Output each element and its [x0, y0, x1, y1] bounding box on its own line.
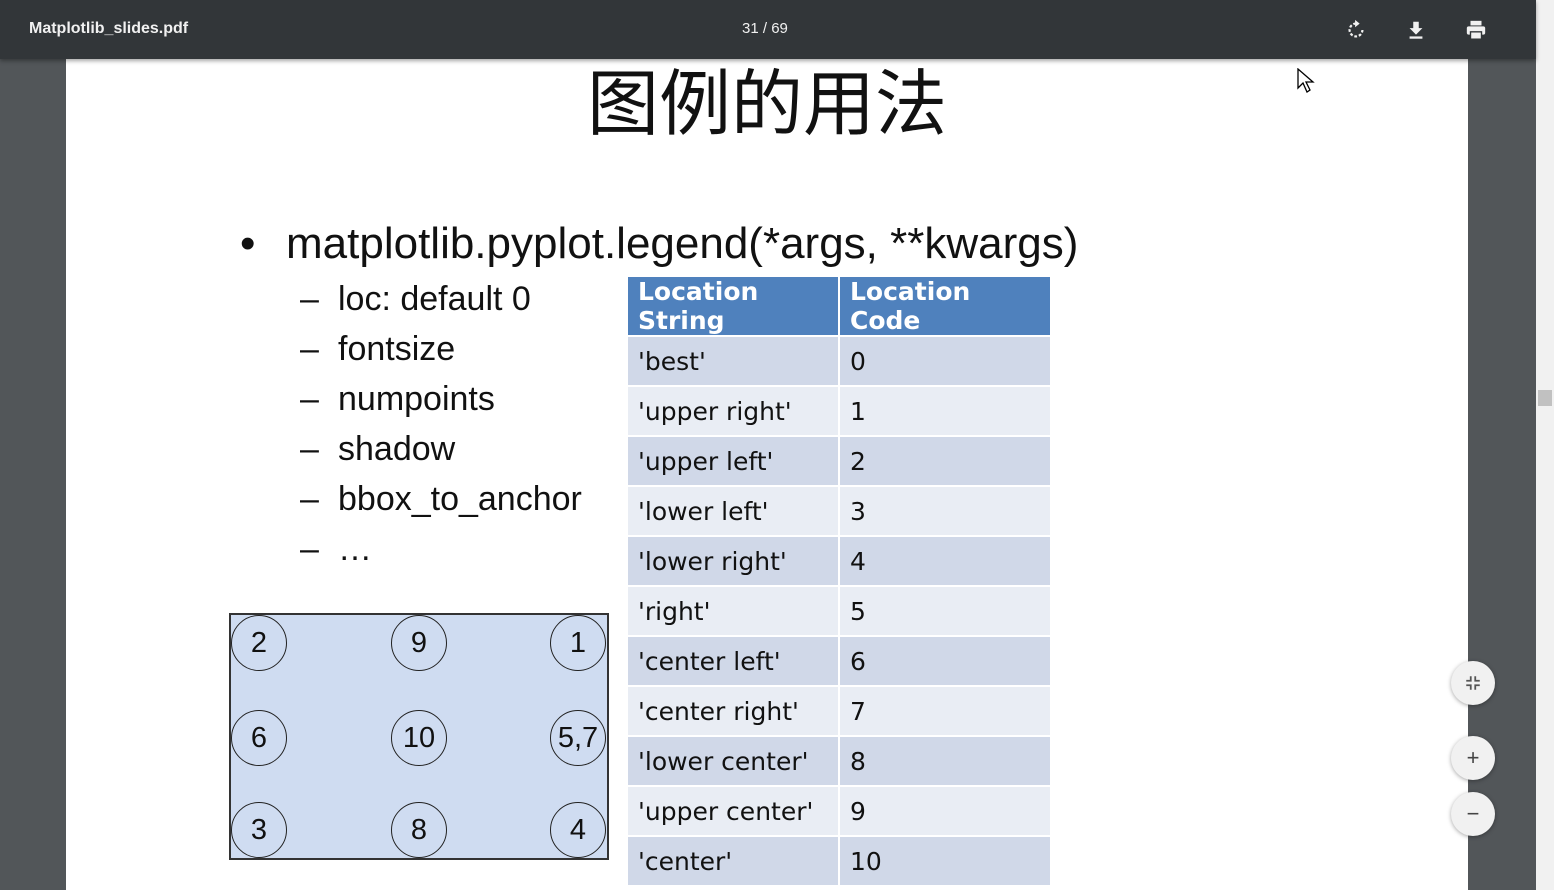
- pdf-page: 图例的用法 • matplotlib.pyplot.legend(*args, *…: [66, 59, 1468, 890]
- location-circle-lower-right: 4: [550, 802, 606, 858]
- zoom-out-button[interactable]: −: [1451, 792, 1495, 836]
- list-item-text: bbox_to_anchor: [338, 480, 582, 518]
- rotate-icon: [1348, 19, 1364, 38]
- list-item-text: …: [338, 530, 372, 568]
- list-item: –…: [300, 527, 582, 577]
- location-code-cell: 5: [840, 587, 1050, 635]
- main-bullet: • matplotlib.pyplot.legend(*args, **kwarg…: [240, 219, 1078, 269]
- dash-marker: –: [300, 430, 319, 468]
- location-string-cell: 'best': [628, 337, 838, 385]
- list-item-text: shadow: [338, 430, 456, 468]
- print-icon: [1466, 20, 1486, 40]
- dash-marker: –: [300, 330, 319, 368]
- location-string-cell: 'lower right': [628, 537, 838, 585]
- download-icon: [1409, 21, 1423, 39]
- zoom-out-icon: −: [1466, 801, 1480, 826]
- location-string-cell: 'center left': [628, 637, 838, 685]
- fit-to-page-icon: [1466, 676, 1480, 690]
- slide-title: 图例的用法: [586, 62, 947, 146]
- table-header-row: Location String Location Code: [628, 277, 1050, 335]
- location-code-cell: 3: [840, 487, 1050, 535]
- location-string-cell: 'upper center': [628, 787, 838, 835]
- header-location-string: Location String: [628, 277, 838, 335]
- pdf-toolbar: Matplotlib_slides.pdf 31 / 69: [0, 0, 1536, 59]
- bullet-text: matplotlib.pyplot.legend(*args, **kwargs…: [286, 219, 1079, 268]
- document-title: Matplotlib_slides.pdf: [29, 20, 189, 37]
- location-string-cell: 'right': [628, 587, 838, 635]
- list-item: – loc: default 0: [300, 277, 582, 327]
- location-code-cell: 8: [840, 737, 1050, 785]
- table-row: 'upper center' 9: [628, 787, 1050, 835]
- table-row: 'upper right' 1: [628, 387, 1050, 435]
- total-pages: 69: [771, 20, 788, 37]
- fit-to-page-button[interactable]: [1451, 661, 1495, 705]
- list-item-text: loc: default 0: [338, 280, 531, 318]
- vertical-scrollbar[interactable]: [1536, 0, 1554, 890]
- dash-marker: –: [300, 480, 319, 518]
- zoom-in-button[interactable]: +: [1451, 736, 1495, 780]
- list-item: – shadow: [300, 427, 582, 477]
- location-string-cell: 'upper left': [628, 437, 838, 485]
- table-row: 'center' 10: [628, 837, 1050, 885]
- location-code-cell: 2: [840, 437, 1050, 485]
- dash-marker: –: [300, 380, 319, 418]
- location-code-cell: 4: [840, 537, 1050, 585]
- table-row: 'lower left' 3: [628, 487, 1050, 535]
- location-circle-center: 10: [391, 710, 447, 766]
- list-item: – numpoints: [300, 377, 582, 427]
- location-code-cell: 6: [840, 637, 1050, 685]
- location-circle-upper-left: 2: [231, 615, 287, 671]
- dash-marker: –: [300, 530, 319, 568]
- table-row: 'center left' 6: [628, 637, 1050, 685]
- scrollbar-thumb[interactable]: [1538, 390, 1552, 406]
- table-row: 'best' 0: [628, 337, 1050, 385]
- location-string-cell: 'center right': [628, 687, 838, 735]
- location-circle-upper-right: 1: [550, 615, 606, 671]
- location-circle-lower-center: 8: [391, 802, 447, 858]
- download-button[interactable]: [1400, 14, 1432, 46]
- location-code-cell: 10: [840, 837, 1050, 885]
- list-item: – bbox_to_anchor: [300, 477, 582, 527]
- parameter-list: – loc: default 0 – fontsize – numpoints – sh…: [300, 277, 582, 577]
- table-row: 'right' 5: [628, 587, 1050, 635]
- list-item-text: fontsize: [338, 330, 456, 368]
- dash-marker: –: [300, 280, 319, 318]
- table-row: 'center right' 7: [628, 687, 1050, 735]
- mouse-cursor-icon: [1297, 68, 1315, 93]
- print-button[interactable]: [1460, 14, 1492, 46]
- location-string-cell: 'lower center': [628, 737, 838, 785]
- table-row: 'lower center' 8: [628, 737, 1050, 785]
- location-code-cell: 9: [840, 787, 1050, 835]
- rotate-button[interactable]: [1340, 14, 1372, 46]
- location-circle-center-left: 6: [231, 710, 287, 766]
- location-code-cell: 0: [840, 337, 1050, 385]
- location-string-cell: 'center': [628, 837, 838, 885]
- location-circle-right: 5,7: [550, 710, 606, 766]
- location-string-cell: 'lower left': [628, 487, 838, 535]
- location-circle-upper-center: 9: [391, 615, 447, 671]
- current-page[interactable]: 31: [742, 20, 759, 37]
- header-location-code: Location Code: [840, 277, 1050, 335]
- zoom-in-icon: +: [1466, 745, 1480, 770]
- list-item: – fontsize: [300, 327, 582, 377]
- location-circle-lower-left: 3: [231, 802, 287, 858]
- table-row: 'lower right' 4: [628, 537, 1050, 585]
- location-code-cell: 7: [840, 687, 1050, 735]
- location-table: Location String Location Code 'best' 0 'u…: [626, 275, 1052, 887]
- bullet-marker: •: [240, 219, 256, 268]
- location-string-cell: 'upper right': [628, 387, 838, 435]
- table-row: 'upper left' 2: [628, 437, 1050, 485]
- page-separator: /: [758, 20, 772, 37]
- legend-location-diagram: 2 9 1 6 10 5,7 3 8 4: [229, 613, 609, 860]
- list-item-text: numpoints: [338, 380, 495, 418]
- location-code-cell: 1: [840, 387, 1050, 435]
- page-counter: 31 / 69: [742, 20, 788, 37]
